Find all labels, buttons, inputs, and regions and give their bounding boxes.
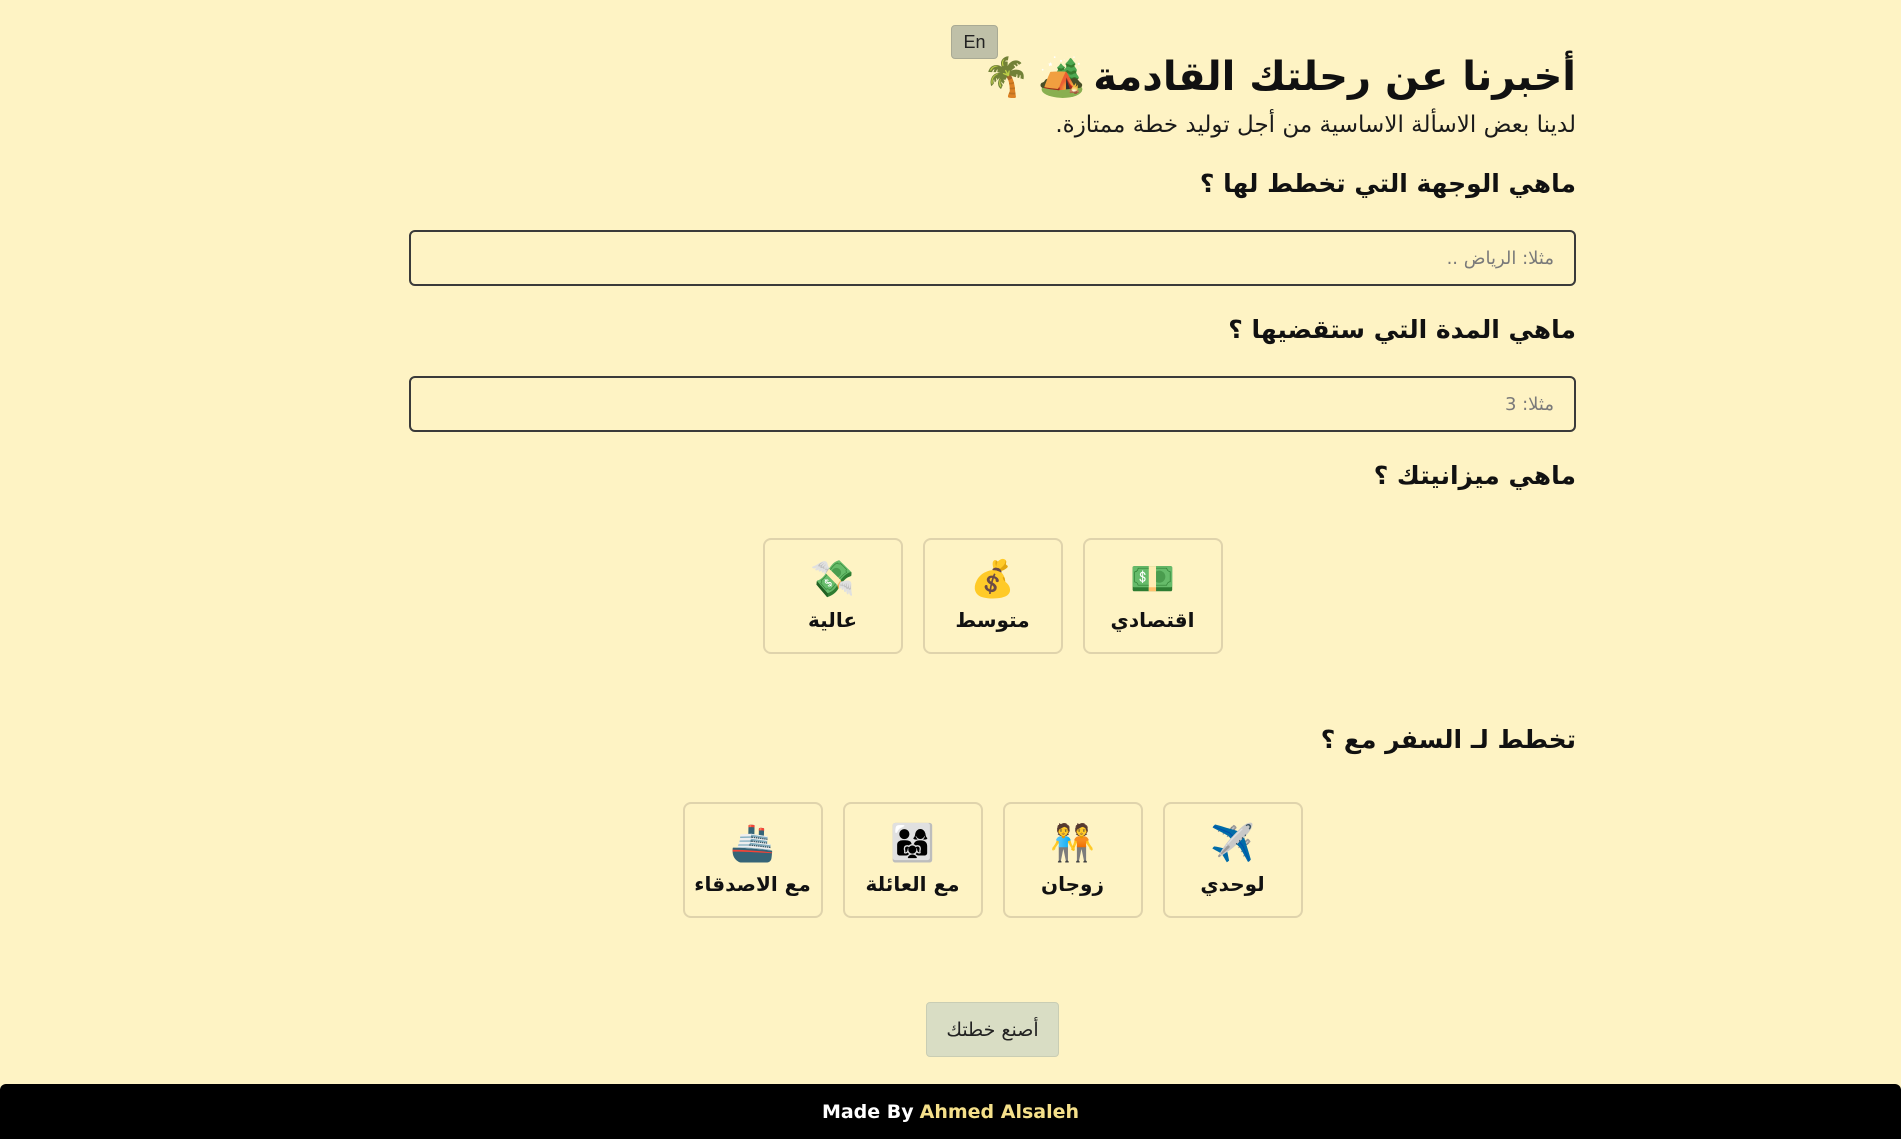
footer-prefix: Made By — [821, 1100, 914, 1123]
travel-option-label: مع الاصدقاء — [694, 872, 811, 896]
duration-question: ماهي المدة التي ستقضيها ؟ — [1228, 315, 1576, 344]
family-icon: 👨‍👩‍👧 — [890, 823, 935, 864]
trip-form: أخبرنا عن رحلتك القادمة 🏕️ 🌴 لدينا بعض ا… — [409, 44, 1576, 1057]
travel-option-label: زوجان — [1041, 872, 1104, 896]
camping-icon: 🏕️ — [1037, 55, 1086, 99]
destination-input[interactable] — [431, 232, 1554, 284]
travel-option-friends[interactable]: 🚢 مع الاصدقاء — [682, 802, 823, 918]
couple-icon: 🧑‍🤝‍🧑 — [1050, 823, 1095, 864]
ship-icon: 🚢 — [730, 823, 775, 864]
travel-option-label: مع العائلة — [865, 872, 960, 896]
duration-field — [409, 376, 1576, 432]
create-plan-button[interactable]: أصنع خطتك — [926, 1002, 1059, 1057]
palm-tree-icon: 🌴 — [982, 55, 1030, 99]
budget-question: ماهي ميزانيتك ؟ — [1373, 461, 1576, 490]
money-bag-icon: 💰 — [970, 559, 1015, 600]
budget-option-high[interactable]: 💸 عالية — [762, 538, 903, 654]
travel-option-label: لوحدي — [1200, 872, 1265, 896]
budget-option-medium[interactable]: 💰 متوسط — [922, 538, 1063, 654]
travel-with-options: ✈️ لوحدي 🧑‍🤝‍🧑 زوجان 👨‍👩‍👧 مع العائلة 🚢 … — [409, 802, 1576, 918]
money-with-wings-icon: 💸 — [810, 559, 855, 600]
page: En أخبرنا عن رحلتك القادمة 🏕️ 🌴 لدينا بع… — [0, 0, 1901, 1139]
travel-option-family[interactable]: 👨‍👩‍👧 مع العائلة — [842, 802, 983, 918]
budget-option-label: اقتصادي — [1110, 608, 1195, 632]
page-title: أخبرنا عن رحلتك القادمة 🏕️ 🌴 — [409, 44, 1576, 110]
airplane-icon: ✈️ — [1210, 823, 1255, 864]
budget-option-economy[interactable]: 💵 اقتصادي — [1082, 538, 1223, 654]
travel-option-couple[interactable]: 🧑‍🤝‍🧑 زوجان — [1002, 802, 1143, 918]
budget-option-label: متوسط — [955, 608, 1030, 632]
destination-field — [409, 230, 1576, 286]
footer: Made By Ahmed Alsaleh — [0, 1084, 1901, 1139]
page-title-text: أخبرنا عن رحلتك القادمة — [1093, 54, 1576, 100]
travel-option-solo[interactable]: ✈️ لوحدي — [1162, 802, 1303, 918]
destination-question: ماهي الوجهة التي تخطط لها ؟ — [1199, 169, 1576, 198]
dollar-banknote-icon: 💵 — [1130, 559, 1175, 600]
footer-author-link[interactable]: Ahmed Alsaleh — [920, 1101, 1079, 1123]
budget-options: 💵 اقتصادي 💰 متوسط 💸 عالية — [409, 538, 1576, 654]
page-subtitle: لدينا بعض الاسألة الاساسية من أجل توليد … — [1055, 112, 1576, 138]
submit-wrap: أصنع خطتك — [409, 1002, 1576, 1057]
budget-option-label: عالية — [808, 608, 857, 632]
travel-with-question: تخطط لـ السفر مع ؟ — [1320, 725, 1576, 754]
duration-input[interactable] — [431, 378, 1554, 430]
